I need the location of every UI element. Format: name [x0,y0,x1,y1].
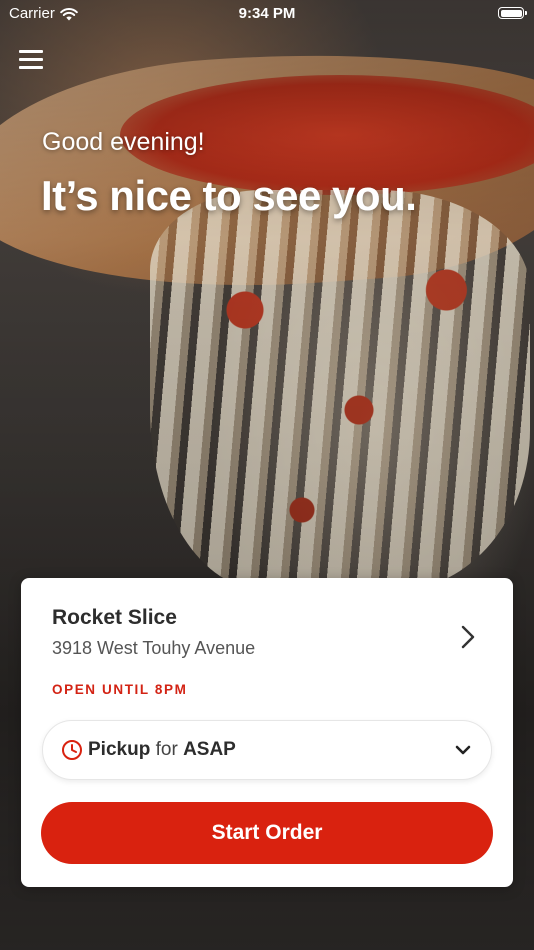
chevron-down-icon [455,745,471,755]
order-method: Pickup [88,739,151,760]
order-type-text: Pickup for ASAP [88,739,236,761]
order-type-dropdown[interactable]: Pickup for ASAP [42,720,492,780]
open-status-label: OPEN UNTIL 8PM [52,682,188,697]
chevron-right-icon [461,625,475,649]
store-name: Rocket Slice [52,606,177,629]
greeting-text: Good evening! [42,128,205,156]
store-selector[interactable]: Rocket Slice 3918 West Touhy Avenue [52,606,493,666]
store-address: 3918 West Touhy Avenue [52,638,256,658]
order-time: ASAP [183,739,236,760]
clock-icon [62,740,82,760]
hamburger-menu-icon[interactable] [19,50,43,72]
status-bar: Carrier 9:34 PM [0,0,534,28]
store-card: Rocket Slice 3918 West Touhy Avenue OPEN… [21,578,513,887]
battery-icon [498,7,527,19]
status-time: 9:34 PM [238,5,296,22]
headline-text: It’s nice to see you. [41,172,417,219]
start-order-button[interactable]: Start Order [41,802,493,864]
order-connector: for [155,739,178,760]
